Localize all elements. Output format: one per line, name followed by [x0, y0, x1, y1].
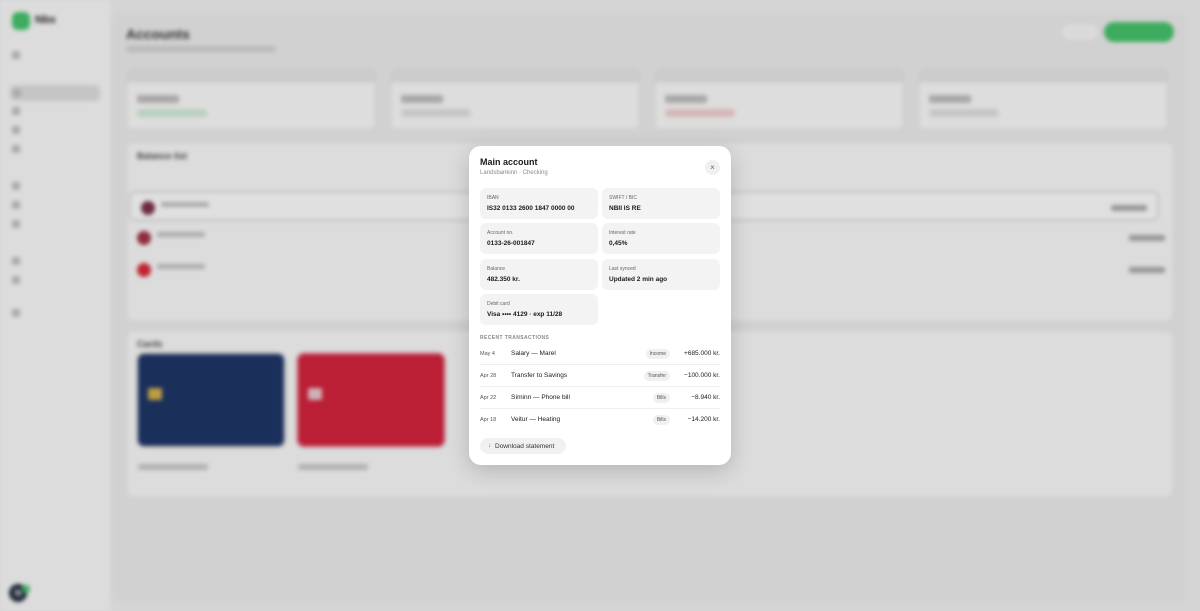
transaction-description: Síminn — Phone bill — [511, 394, 570, 401]
transaction-date: Apr 18 — [480, 417, 497, 423]
transaction-date: May 4 — [480, 351, 495, 357]
transaction-amount: −8.940 kr. — [691, 394, 720, 401]
transaction-tag: Bills — [652, 393, 670, 403]
balance-field: Balance 482.350 kr. — [480, 259, 598, 290]
swift-field: SWIFT / BIC NBII IS RE — [602, 188, 720, 219]
download-icon: ↓ — [488, 443, 491, 449]
transaction-amount: −14.200 kr. — [687, 416, 720, 423]
transactions-section-label: RECENT TRANSACTIONS — [480, 335, 550, 341]
modal-subtitle: Landsbankinn · Checking — [480, 170, 548, 176]
transaction-tag: Income — [645, 349, 670, 359]
transaction-row[interactable]: May 4 Salary — Marel Income +685.000 kr. — [480, 343, 720, 365]
close-button[interactable]: × — [705, 160, 720, 175]
transaction-date: Apr 22 — [480, 395, 497, 401]
field-value: NBII IS RE — [609, 205, 641, 212]
transaction-row[interactable]: Apr 18 Veitur — Heating Bills −14.200 kr… — [480, 409, 720, 431]
transaction-description: Salary — Marel — [511, 350, 556, 357]
field-label: Account no. — [487, 230, 514, 236]
close-icon: × — [710, 163, 715, 172]
field-value: IS32 0133 2600 1847 0000 00 — [487, 205, 575, 212]
field-value: Visa •••• 4129 · exp 11/28 — [487, 311, 563, 318]
field-label: IBAN — [487, 195, 499, 201]
transaction-row[interactable]: Apr 28 Transfer to Savings Transfer −100… — [480, 365, 720, 387]
transaction-tag: Transfer — [643, 371, 670, 381]
field-label: Balance — [487, 266, 506, 272]
field-value: Updated 2 min ago — [609, 276, 668, 283]
download-statement-button[interactable]: ↓ Download statement — [480, 438, 566, 454]
transaction-row[interactable]: Apr 22 Síminn — Phone bill Bills −8.940 … — [480, 387, 720, 409]
transaction-amount: −100.000 kr. — [684, 372, 720, 379]
account-details-modal: Main account Landsbankinn · Checking × I… — [469, 146, 731, 465]
field-value: 482.350 kr. — [487, 276, 520, 283]
transaction-tag: Bills — [652, 415, 670, 425]
field-value: 0,45% — [609, 240, 628, 247]
field-label: SWIFT / BIC — [609, 195, 637, 201]
transaction-description: Veitur — Heating — [511, 416, 561, 423]
transaction-date: Apr 28 — [480, 373, 497, 379]
modal-title: Main account — [480, 157, 538, 167]
account-number-field: Account no. 0133-26-001847 — [480, 223, 598, 254]
interest-rate-field: Interest rate 0,45% — [602, 223, 720, 254]
iban-field: IBAN IS32 0133 2600 1847 0000 00 — [480, 188, 598, 219]
debit-card-field: Debit card Visa •••• 4129 · exp 11/28 — [480, 294, 598, 325]
transaction-description: Transfer to Savings — [511, 372, 568, 379]
download-label: Download statement — [495, 442, 555, 450]
transaction-amount: +685.000 kr. — [684, 350, 720, 357]
last-synced-field: Last synced Updated 2 min ago — [602, 259, 720, 290]
field-value: 0133-26-001847 — [487, 240, 535, 247]
field-label: Last synced — [609, 266, 636, 272]
field-label: Debit card — [487, 301, 510, 307]
field-label: Interest rate — [609, 230, 636, 236]
